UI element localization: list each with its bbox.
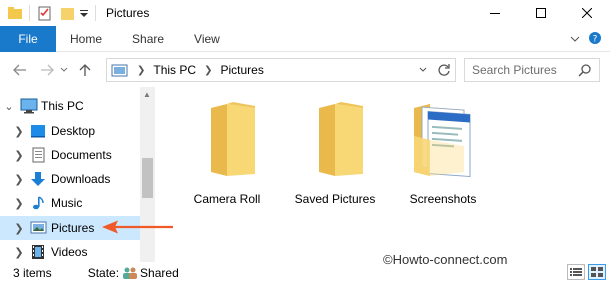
tab-home[interactable]: Home xyxy=(56,26,117,52)
search-input[interactable]: Search Pictures xyxy=(472,63,557,77)
expand-chevron-icon[interactable]: ❯ xyxy=(12,149,26,162)
tree-item-label: This PC xyxy=(41,99,84,113)
tree-item-label: Videos xyxy=(51,245,88,259)
folder-icon xyxy=(319,102,363,176)
forward-button[interactable] xyxy=(36,59,58,81)
tree-item-label: Downloads xyxy=(51,172,111,186)
search-icon xyxy=(578,64,591,80)
expand-ribbon-icon[interactable] xyxy=(570,32,580,46)
pc-icon xyxy=(20,98,38,114)
folder-with-screenshots-icon xyxy=(414,104,471,178)
window-controls xyxy=(472,0,610,26)
shared-users-icon xyxy=(122,266,138,280)
expand-chevron-icon[interactable]: ❯ xyxy=(12,246,26,259)
annotation-arrow-icon xyxy=(102,220,173,234)
tree-item-downloads[interactable]: ❯ Downloads xyxy=(0,167,140,191)
close-button[interactable] xyxy=(564,0,610,26)
large-icons-view-button[interactable] xyxy=(588,264,606,280)
customize-toolbar-icon[interactable] xyxy=(79,5,89,21)
documents-icon xyxy=(30,147,46,163)
collapse-chevron-icon[interactable]: ⌄ xyxy=(2,100,16,113)
folder-label: Screenshots xyxy=(409,192,477,206)
state-label: State: xyxy=(87,265,120,280)
tree-item-this-pc[interactable]: ⌄ This PC xyxy=(0,94,140,118)
properties-icon[interactable] xyxy=(37,5,53,21)
tree-item-label: Music xyxy=(51,196,83,210)
view-switcher xyxy=(567,264,606,280)
tree-item-music[interactable]: ❯ Music xyxy=(0,191,140,215)
ribbon: File Home Share View ? xyxy=(0,25,610,52)
expand-chevron-icon[interactable]: ❯ xyxy=(12,173,26,186)
refresh-icon[interactable] xyxy=(433,63,455,77)
navigation-scrollbar[interactable]: ▲ xyxy=(140,87,155,262)
folder-label: Saved Pictures xyxy=(294,192,376,206)
videos-icon xyxy=(30,244,46,260)
expand-chevron-icon[interactable]: ❯ xyxy=(12,125,26,138)
tree-item-label: Documents xyxy=(51,148,112,162)
scroll-up-icon[interactable]: ▲ xyxy=(143,90,151,99)
window-title: Pictures xyxy=(106,6,150,20)
breadcrumb-pictures[interactable]: Pictures xyxy=(220,63,263,77)
navigation-bar: ❯ This PC ❯ Pictures Search Pictures xyxy=(0,53,610,87)
folder-icon xyxy=(211,102,255,176)
tree-item-documents[interactable]: ❯ Documents xyxy=(0,143,140,167)
navigation-pane: ⌄ This PC ❯ Desktop ❯ Documents ❯ Downlo… xyxy=(0,87,157,262)
breadcrumb-separator-icon: ❯ xyxy=(204,64,213,76)
item-count: 3 items xyxy=(13,265,52,280)
scrollbar-thumb[interactable] xyxy=(142,158,153,198)
folder-app-icon xyxy=(7,5,23,21)
minimize-button[interactable] xyxy=(472,0,518,26)
folder-saved-pictures[interactable]: Saved Pictures xyxy=(290,100,380,206)
svg-text:?: ? xyxy=(593,34,598,44)
state-value: Shared xyxy=(140,265,179,280)
folder-screenshots[interactable]: Screenshots xyxy=(398,100,488,206)
tree-item-desktop[interactable]: ❯ Desktop xyxy=(0,119,140,143)
back-button[interactable] xyxy=(9,59,31,81)
folder-camera-roll[interactable]: Camera Roll xyxy=(182,100,272,206)
quick-access-toolbar xyxy=(0,0,96,26)
expand-chevron-icon[interactable]: ❯ xyxy=(12,222,26,235)
breadcrumb-this-pc[interactable]: This PC xyxy=(153,63,196,77)
tree-item-videos[interactable]: ❯ Videos xyxy=(0,240,140,264)
watermark: ©Howto-connect.com xyxy=(383,252,508,267)
pictures-location-icon xyxy=(111,63,129,77)
search-box[interactable]: Search Pictures xyxy=(464,58,600,82)
up-button[interactable] xyxy=(74,59,96,81)
tree-item-label: Desktop xyxy=(51,124,96,138)
recent-locations-button[interactable] xyxy=(58,59,70,81)
title-bar: Pictures xyxy=(0,0,610,26)
tab-file[interactable]: File xyxy=(0,25,56,52)
tab-share[interactable]: Share xyxy=(117,26,179,52)
help-icon[interactable]: ? xyxy=(588,31,602,48)
pictures-icon xyxy=(30,220,47,236)
details-view-button[interactable] xyxy=(567,264,585,280)
status-bar: 3 items State: Shared xyxy=(0,262,610,283)
tree-item-label: Pictures xyxy=(51,221,95,235)
folder-label: Camera Roll xyxy=(193,192,261,206)
address-bar[interactable]: ❯ This PC ❯ Pictures xyxy=(106,58,456,82)
breadcrumb-separator-icon: ❯ xyxy=(137,64,146,76)
maximize-button[interactable] xyxy=(518,0,564,26)
tab-view[interactable]: View xyxy=(179,26,235,52)
music-icon xyxy=(30,195,46,211)
expand-chevron-icon[interactable]: ❯ xyxy=(12,197,26,210)
downloads-icon xyxy=(30,171,46,187)
new-folder-icon[interactable] xyxy=(60,5,76,21)
desktop-icon xyxy=(30,123,46,139)
address-dropdown-icon[interactable] xyxy=(413,67,433,73)
